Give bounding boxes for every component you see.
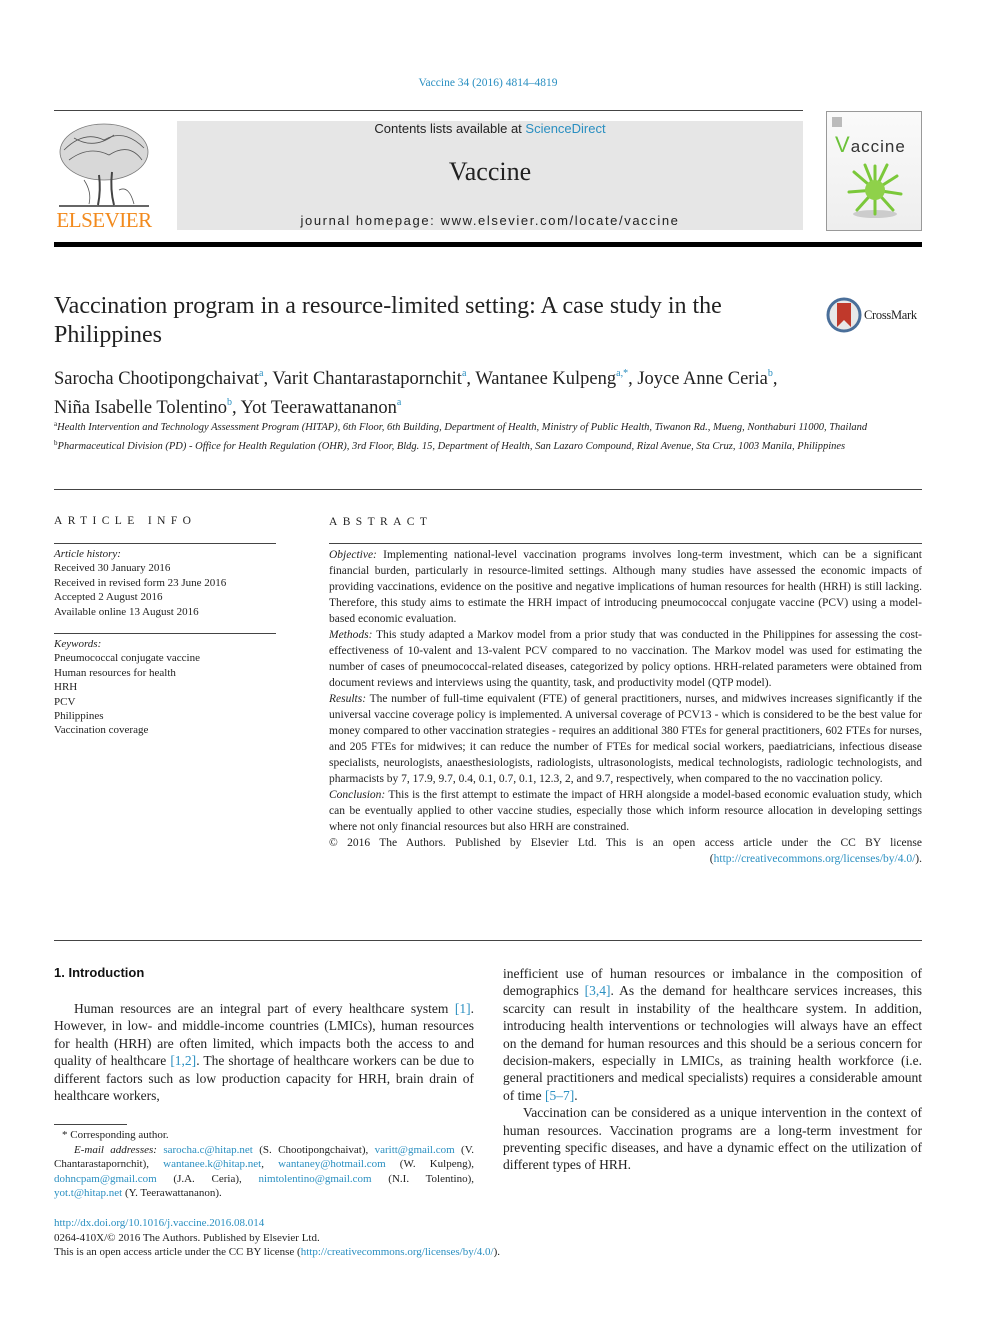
abstract-body: Objective: Implementing national-level v… [329,547,922,867]
affiliation-a: aHealth Intervention and Technology Asse… [54,420,868,433]
history-item: Available online 13 August 2016 [54,605,199,618]
issn-line: 0264-410X/© 2016 The Authors. Published … [54,1231,320,1244]
introduction-heading: 1. Introduction [54,965,145,980]
email-link[interactable]: nimtolentino@gmail.com [258,1173,371,1185]
abstract-copyright: © 2016 The Authors. Published by Elsevie… [329,837,922,865]
author[interactable]: Joyce Anne Ceriab [637,368,773,389]
elsevier-wordmark: ELSEVIER [56,208,152,232]
header-thick-rule [54,242,922,247]
affiliations: aHealth Intervention and Technology Asse… [54,417,914,454]
author[interactable]: Niña Isabelle Tolentinob [54,397,232,418]
history-item: Accepted 2 August 2016 [54,591,163,604]
abstract-conclusion: Conclusion: This is the first attempt to… [329,789,922,833]
abstract-objective: Objective: Implementing national-level v… [329,549,922,625]
keyword: PCV [54,695,76,708]
keyword: Pneumococcal conjugate vaccine [54,652,200,665]
author[interactable]: Varit Chantarastapornchita [272,368,466,389]
affiliation-rule [54,489,922,490]
author[interactable]: Wantanee Kulpenga,* [475,368,628,389]
article-history: Article history: Received 30 January 201… [54,547,294,619]
history-item: Received 30 January 2016 [54,562,171,575]
keywords-rule [54,633,276,634]
author-affiliation-marker[interactable]: a,* [616,368,628,379]
author[interactable]: Sarocha Chootipongchaivata [54,368,263,389]
article-info-heading: ARTICLE INFO [54,515,197,527]
email-link[interactable]: dohncpam@gmail.com [54,1173,157,1185]
keyword: Human resources for health [54,666,176,679]
contents-prefix: Contents lists available at [374,121,526,136]
elsevier-tree-icon [59,123,149,207]
intro-paragraph-1: Human resources are an integral part of … [54,1001,475,1104]
contents-availability-line: Contents lists available at ScienceDirec… [177,121,803,136]
cc-license-link[interactable]: http://creativecommons.org/licenses/by/4… [714,853,916,865]
email-link[interactable]: wantanee.k@hitap.net [163,1158,261,1170]
cover-title: Vaccine [835,132,906,157]
crossmark-label: CrossMark [864,308,917,322]
keyword: Philippines [54,710,104,723]
intro-right-column: inefficient use of human resources or im… [503,965,922,1174]
crossmark-icon [826,297,862,333]
cover-publisher-mark-icon [832,117,842,127]
email-link[interactable]: sarocha.c@hitap.net [163,1144,253,1156]
citation-link[interactable]: [5–7] [545,1088,574,1103]
sciencedirect-link[interactable]: ScienceDirect [525,121,605,136]
doi-block: http://dx.doi.org/10.1016/j.vaccine.2016… [54,1216,754,1260]
corresponding-author-note: * Corresponding author. [62,1129,169,1141]
article-info-rule [54,543,276,544]
crossmark-button[interactable]: CrossMark [826,297,926,333]
keyword: HRH [54,681,78,694]
author-affiliation-marker[interactable]: a [397,397,401,408]
journal-reference-link[interactable]: Vaccine 34 (2016) 4814–4819 [0,77,976,89]
author-list: Sarocha Chootipongchaivata, Varit Chanta… [54,368,778,418]
journal-header-band: Contents lists available at ScienceDirec… [177,121,803,230]
footnote-rule [54,1124,127,1125]
abstract-results: Results: The number of full-time equival… [329,693,922,785]
keyword: Vaccination coverage [54,724,149,737]
abstract-end-rule [54,940,922,941]
doi-link[interactable]: http://dx.doi.org/10.1016/j.vaccine.2016… [54,1216,754,1231]
citation-link[interactable]: [1] [455,1001,471,1016]
author[interactable]: Yot Teerawattananona [241,397,402,418]
abstract-heading: ABSTRACT [329,516,433,528]
citation-link[interactable]: [3,4] [585,983,611,998]
history-label: Article history: [54,548,121,560]
abstract-methods: Methods: This study adapted a Markov mod… [329,629,923,689]
history-item: Received in revised form 23 June 2016 [54,576,227,589]
header-top-rule [54,110,803,111]
email-link[interactable]: varitt@gmail.com [375,1144,455,1156]
affiliation-b: bPharmaceutical Division (PD) - Office f… [54,438,846,452]
email-addresses: E-mail addresses: sarocha.c@hitap.net (S… [54,1143,474,1200]
keywords-label: Keywords: [54,638,102,650]
article-title: Vaccination program in a resource-limite… [54,293,722,348]
license-link[interactable]: http://creativecommons.org/licenses/by/4… [301,1246,494,1258]
intro-paragraph-1-continued: inefficient use of human resources or im… [503,966,922,1103]
elsevier-logo[interactable]: ELSEVIER [54,120,154,233]
keywords: Keywords: Pneumococcal conjugate vaccine… [54,637,294,738]
license-line: This is an open access article under the… [54,1246,501,1258]
journal-cover-image[interactable]: Vaccine [826,111,922,231]
footnotes: * Corresponding author. E-mail addresses… [54,1128,474,1201]
citation-link[interactable]: [1,2] [170,1053,196,1068]
journal-homepage-link[interactable]: journal homepage: www.elsevier.com/locat… [177,213,803,228]
intro-paragraph-2: Vaccination can be considered as a uniqu… [503,1105,922,1173]
virus-illustration-icon [847,163,903,218]
abstract-rule [329,543,922,544]
journal-name: Vaccine [448,157,532,186]
email-link[interactable]: yot.t@hitap.net [54,1187,122,1199]
email-link[interactable]: wantaney@hotmail.com [278,1158,386,1170]
